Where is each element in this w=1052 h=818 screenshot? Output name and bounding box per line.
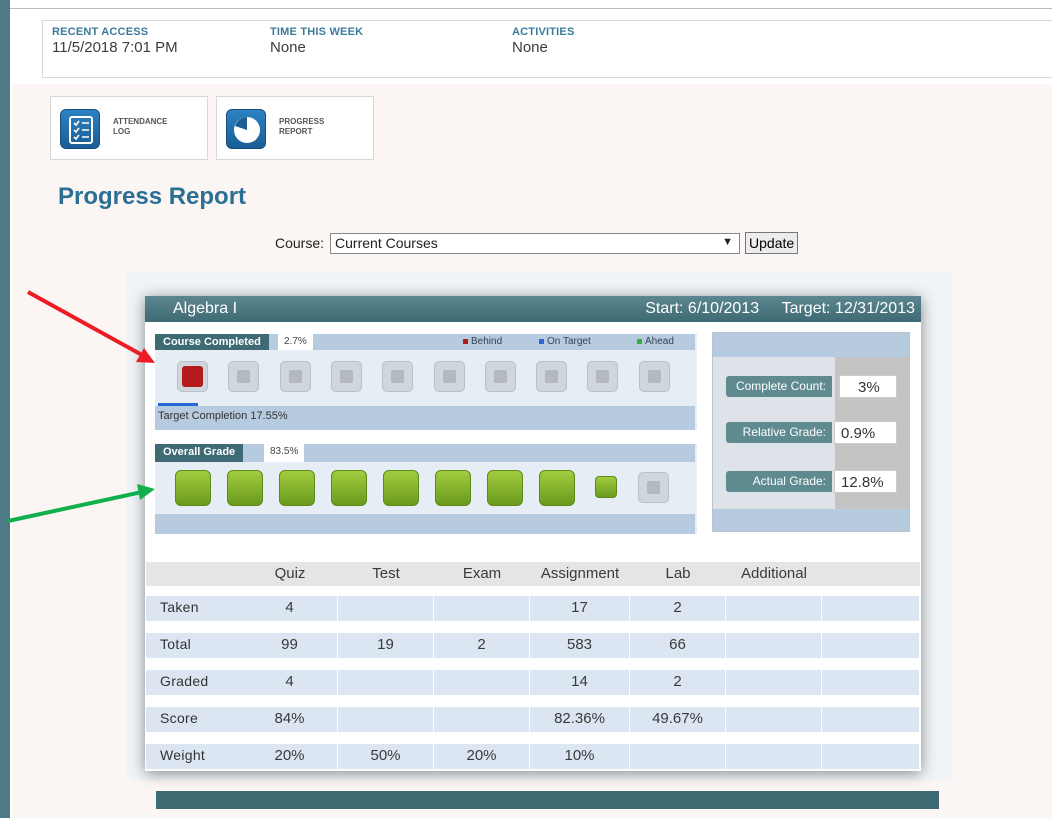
- red-arrow-icon: [27, 290, 155, 363]
- green-arrow-icon: [7, 484, 155, 523]
- annotation-arrows: [7, 290, 155, 523]
